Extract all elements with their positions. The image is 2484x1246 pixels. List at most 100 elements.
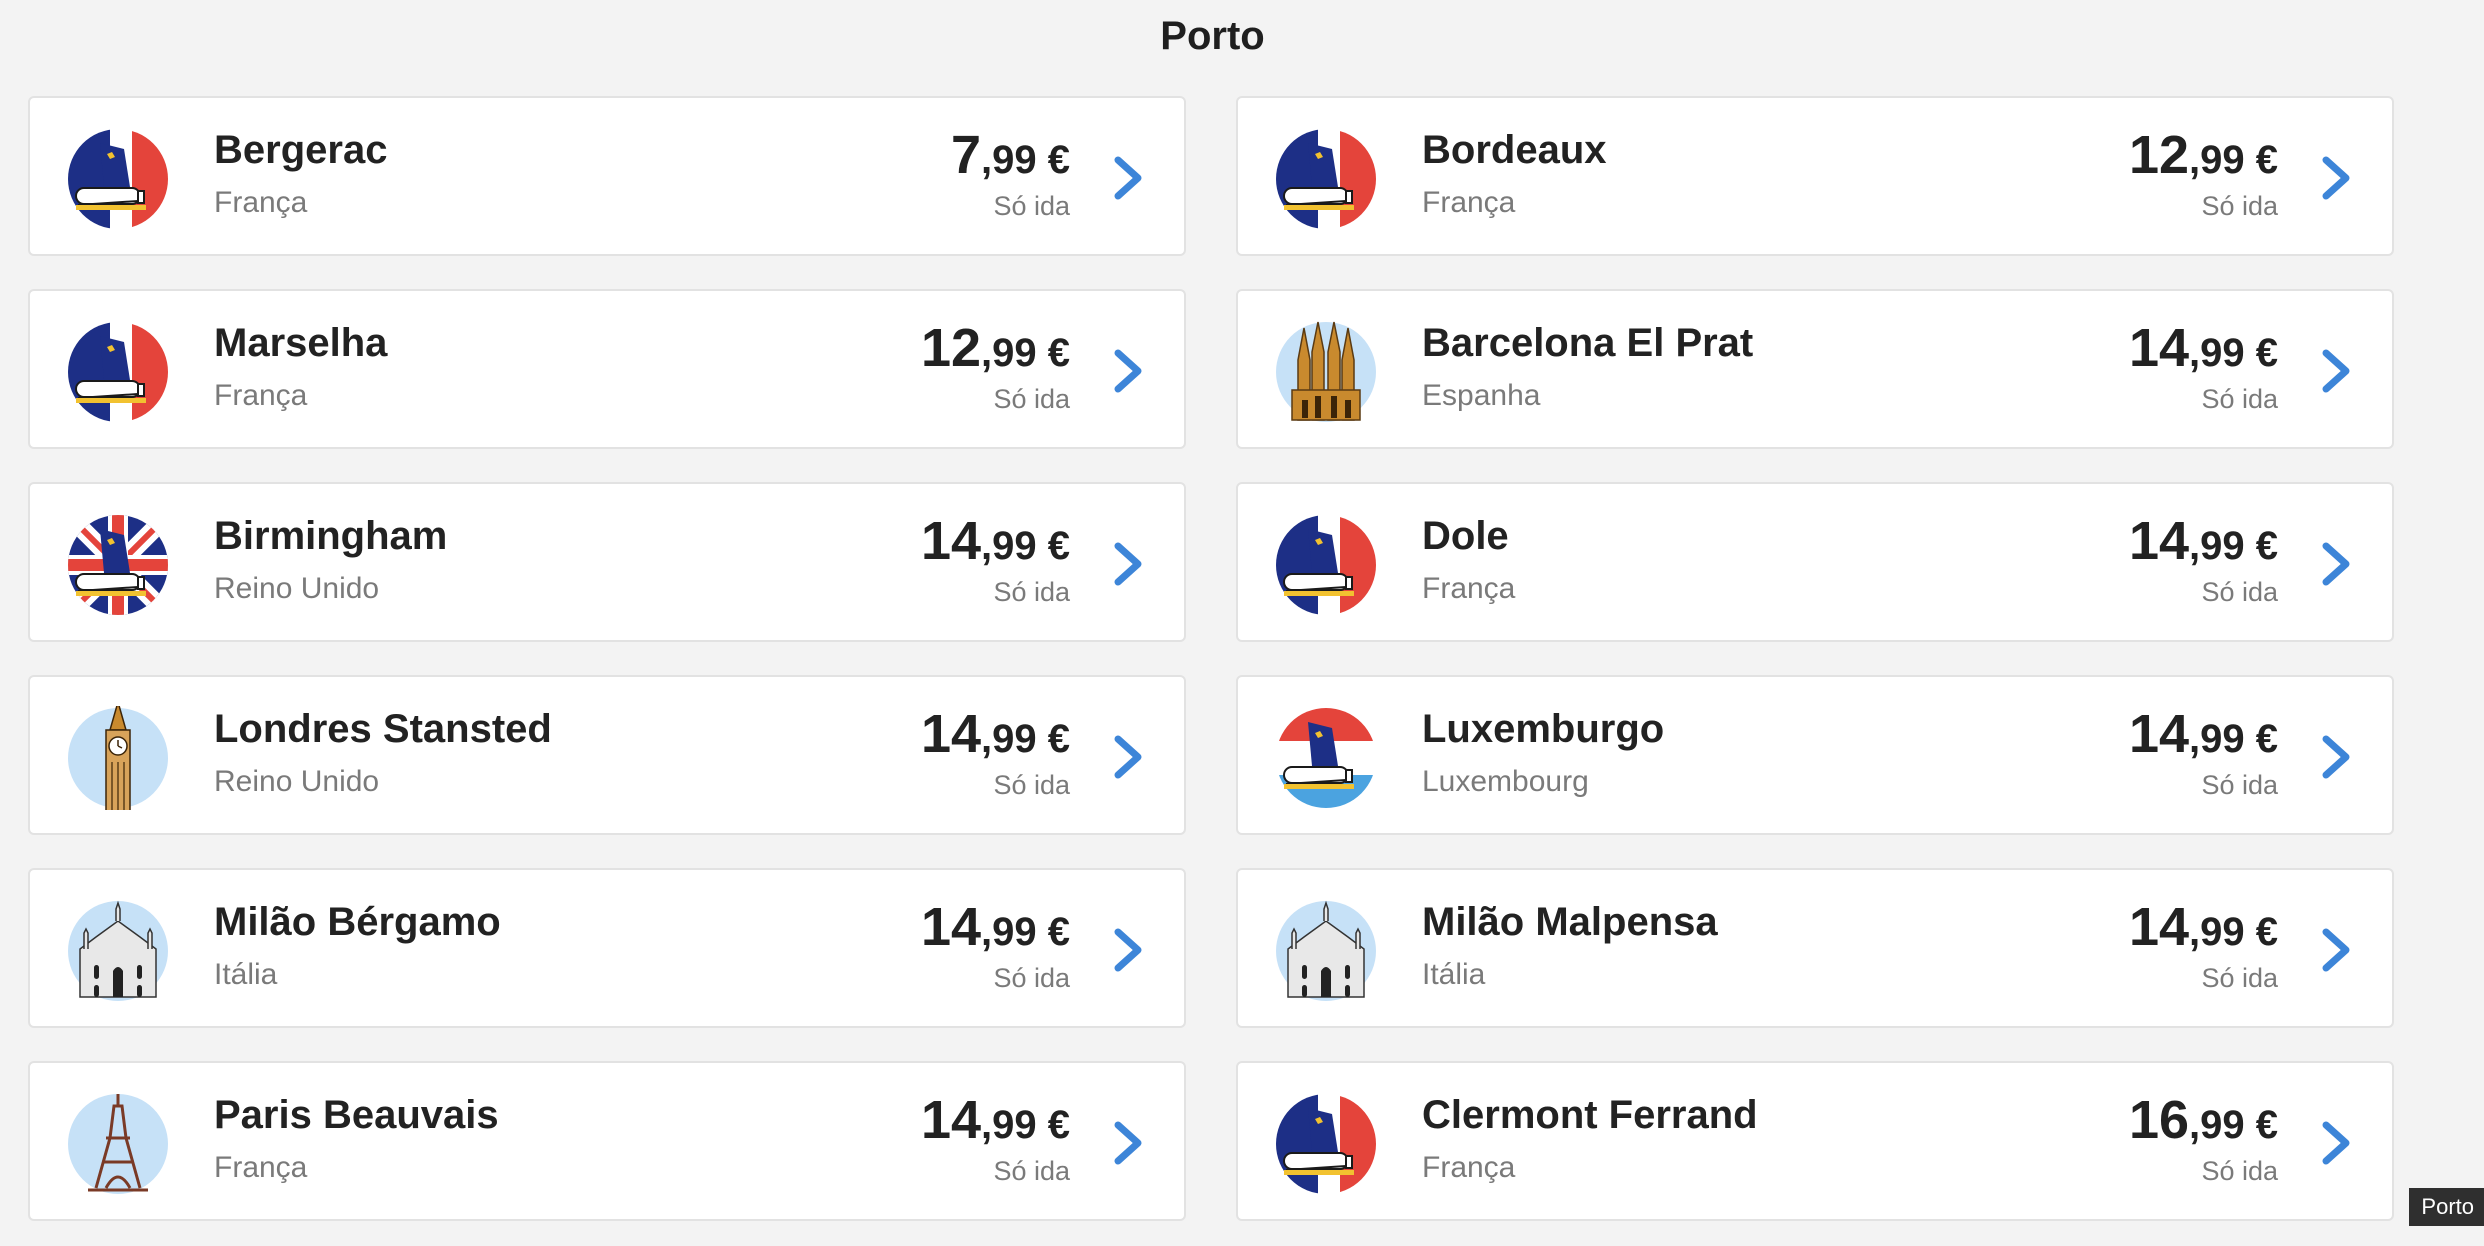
price-integer: 14 <box>2128 318 2190 378</box>
destination-card[interactable]: Dole França 14,99 € Só ida <box>1236 482 2394 642</box>
chevron-right-icon[interactable] <box>1110 154 1148 202</box>
fare-type: Só ida <box>993 963 1070 993</box>
destination-city: Milão Malpensa <box>1422 900 1718 944</box>
destination-card[interactable]: Birmingham Reino Unido 14,99 € Só ida <box>28 482 1186 642</box>
destination-country: Itália <box>214 958 278 991</box>
price: 14,99 € <box>921 1089 1070 1151</box>
fare-type: Só ida <box>993 384 1070 414</box>
price-decimal: ,99 € <box>2189 717 2278 761</box>
destination-card[interactable]: Milão Bérgamo Itália 14,99 € Só ida <box>28 868 1186 1028</box>
chevron-right-icon[interactable] <box>1110 347 1148 395</box>
price-decimal: ,99 € <box>981 524 1070 568</box>
chevron-right-icon[interactable] <box>2318 154 2356 202</box>
fare-type: Só ida <box>2201 191 2278 221</box>
tooltip: Porto <box>2409 1188 2484 1226</box>
price-decimal: ,99 € <box>2189 138 2278 182</box>
destination-city: Bergerac <box>214 128 388 172</box>
destination-card[interactable]: Paris Beauvais França 14,99 € Só ida <box>28 1061 1186 1221</box>
price-integer: 14 <box>2128 704 2190 764</box>
price-decimal: ,99 € <box>981 1103 1070 1147</box>
price: 14,99 € <box>921 896 1070 958</box>
eiffel-tower-icon <box>66 1092 170 1196</box>
price-integer: 16 <box>2128 1090 2190 1150</box>
milan-cathedral-icon <box>66 899 170 1003</box>
destination-card[interactable]: Milão Malpensa Itália 14,99 € Só ida <box>1236 868 2394 1028</box>
destination-city: Birmingham <box>214 514 448 558</box>
price-integer: 14 <box>2128 897 2190 957</box>
destination-city: Paris Beauvais <box>214 1093 499 1137</box>
plane-france-icon <box>1274 127 1378 231</box>
destination-card[interactable]: Bergerac França 7,99 € Só ida <box>28 96 1186 256</box>
price: 12,99 € <box>921 317 1070 379</box>
fare-type: Só ida <box>993 577 1070 607</box>
destination-country: Espanha <box>1422 379 1541 412</box>
fare-type: Só ida <box>993 770 1070 800</box>
chevron-right-icon[interactable] <box>2318 1119 2356 1167</box>
fare-type: Só ida <box>2201 1156 2278 1186</box>
fare-type: Só ida <box>2201 963 2278 993</box>
price-integer: 12 <box>920 318 982 378</box>
plane-luxembourg-icon <box>1274 706 1378 810</box>
destination-country: Reino Unido <box>214 765 380 798</box>
chevron-right-icon[interactable] <box>1110 1119 1148 1167</box>
milan-cathedral-icon <box>1274 899 1378 1003</box>
destination-city: Milão Bérgamo <box>214 900 501 944</box>
price-decimal: ,99 € <box>2189 331 2278 375</box>
chevron-right-icon[interactable] <box>2318 733 2356 781</box>
destination-country: Luxembourg <box>1422 765 1589 798</box>
price: 14,99 € <box>921 510 1070 572</box>
destination-city: Dole <box>1422 514 1509 558</box>
price: 14,99 € <box>2129 317 2278 379</box>
price-decimal: ,99 € <box>981 138 1070 182</box>
destination-city: Bordeaux <box>1422 128 1607 172</box>
price: 12,99 € <box>2129 124 2278 186</box>
price-integer: 14 <box>920 511 982 571</box>
destination-city: Marselha <box>214 321 388 365</box>
destination-card[interactable]: Bordeaux França 12,99 € Só ida <box>1236 96 2394 256</box>
destination-grid: Bergerac França 7,99 € Só ida Bordeaux Franç… <box>28 96 2396 1221</box>
plane-france-icon <box>66 127 170 231</box>
fare-type: Só ida <box>2201 384 2278 414</box>
price: 14,99 € <box>921 703 1070 765</box>
price-integer: 14 <box>920 897 982 957</box>
chevron-right-icon[interactable] <box>2318 347 2356 395</box>
price: 16,99 € <box>2129 1089 2278 1151</box>
price-decimal: ,99 € <box>2189 1103 2278 1147</box>
plane-france-icon <box>1274 513 1378 617</box>
chevron-right-icon[interactable] <box>1110 926 1148 974</box>
sagrada-familia-icon <box>1274 320 1378 424</box>
page-title: Porto <box>1160 14 1265 58</box>
destination-country: França <box>214 1151 308 1184</box>
price: 7,99 € <box>951 124 1070 186</box>
destination-city: Londres Stansted <box>214 707 552 751</box>
price-decimal: ,99 € <box>981 910 1070 954</box>
destination-city: Luxemburgo <box>1422 707 1665 751</box>
fare-type: Só ida <box>2201 770 2278 800</box>
destination-card[interactable]: Marselha França 12,99 € Só ida <box>28 289 1186 449</box>
destination-country: Reino Unido <box>214 572 380 605</box>
price: 14,99 € <box>2129 703 2278 765</box>
destination-card[interactable]: Barcelona El Prat Espanha 14,99 € Só ida <box>1236 289 2394 449</box>
destination-city: Clermont Ferrand <box>1422 1093 1758 1137</box>
price-integer: 7 <box>950 125 982 185</box>
price-decimal: ,99 € <box>2189 910 2278 954</box>
price: 14,99 € <box>2129 510 2278 572</box>
destination-country: França <box>1422 572 1516 605</box>
price-decimal: ,99 € <box>981 331 1070 375</box>
destination-country: França <box>1422 1151 1516 1184</box>
plane-france-icon <box>1274 1092 1378 1196</box>
fare-type: Só ida <box>2201 577 2278 607</box>
chevron-right-icon[interactable] <box>1110 540 1148 588</box>
chevron-right-icon[interactable] <box>1110 733 1148 781</box>
destination-card[interactable]: Londres Stansted Reino Unido 14,99 € Só ida <box>28 675 1186 835</box>
chevron-right-icon[interactable] <box>2318 540 2356 588</box>
chevron-right-icon[interactable] <box>2318 926 2356 974</box>
destination-card[interactable]: Luxemburgo Luxembourg 14,99 € Só ida <box>1236 675 2394 835</box>
fare-type: Só ida <box>993 1156 1070 1186</box>
destination-card[interactable]: Clermont Ferrand França 16,99 € Só ida <box>1236 1061 2394 1221</box>
destination-country: Itália <box>1422 958 1486 991</box>
price-integer: 12 <box>2128 125 2190 185</box>
price-decimal: ,99 € <box>2189 524 2278 568</box>
destination-country: França <box>1422 186 1516 219</box>
price-integer: 14 <box>920 704 982 764</box>
